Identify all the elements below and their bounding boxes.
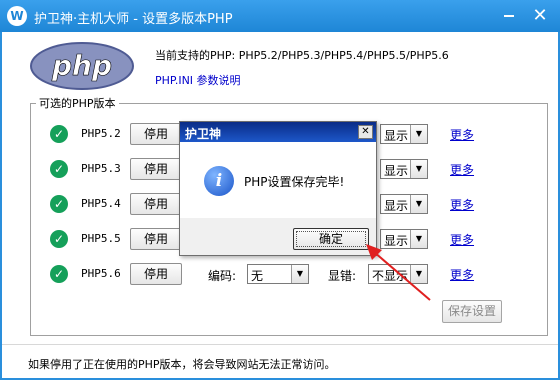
- minimize-button[interactable]: [504, 15, 514, 17]
- check-circle-icon: ✓: [50, 230, 68, 248]
- info-icon: i: [204, 166, 234, 196]
- dialog-close-button[interactable]: ✕: [358, 125, 373, 139]
- footer-text: 如果停用了正在使用的PHP版本，将会导致网站无法正常访问。: [28, 358, 336, 371]
- encoding-label: 编码:: [208, 269, 237, 283]
- close-button[interactable]: ✕: [530, 6, 550, 26]
- stop-button[interactable]: 停用: [130, 193, 182, 215]
- errors-select[interactable]: 显示 ▼: [380, 194, 428, 214]
- check-circle-icon: ✓: [50, 265, 68, 283]
- check-circle-icon: ✓: [50, 160, 68, 178]
- more-link[interactable]: 更多: [450, 231, 474, 248]
- check-circle-icon: ✓: [50, 195, 68, 213]
- check-circle-icon: ✓: [50, 125, 68, 143]
- errors-select-value: 显示: [384, 129, 409, 143]
- version-label: PHP5.2: [81, 127, 121, 140]
- dialog-message: PHP设置保存完毕!: [244, 175, 345, 189]
- stop-button[interactable]: 停用: [130, 228, 182, 250]
- version-label: PHP5.4: [81, 197, 121, 210]
- more-link[interactable]: 更多: [450, 196, 474, 213]
- ok-button[interactable]: 确定: [293, 228, 369, 250]
- errors-select[interactable]: 显示 ▼: [380, 124, 428, 144]
- dialog-title-bar: 护卫神 ✕: [180, 122, 376, 142]
- errors-select[interactable]: 显示 ▼: [380, 159, 428, 179]
- version-label: PHP5.6: [81, 267, 121, 280]
- version-label: PHP5.5: [81, 232, 121, 245]
- php-logo: php: [30, 42, 134, 90]
- stop-button[interactable]: 停用: [130, 158, 182, 180]
- stop-button[interactable]: 停用: [130, 263, 182, 285]
- encoding-select-value: 无: [251, 269, 264, 283]
- version-label: PHP5.3: [81, 162, 121, 175]
- php-ini-link[interactable]: PHP.INI 参数说明: [155, 72, 241, 88]
- version-group-label: 可选的PHP版本: [36, 95, 119, 111]
- title-bar: W 护卫神·主机大师 - 设置多版本PHP ✕: [0, 0, 560, 32]
- message-dialog: 护卫神 ✕ i PHP设置保存完毕! 确定: [179, 121, 377, 256]
- errors-label: 显错:: [328, 269, 357, 283]
- more-link[interactable]: 更多: [450, 126, 474, 143]
- dialog-title: 护卫神: [185, 127, 222, 141]
- errors-select-value: 显示: [384, 164, 409, 178]
- encoding-select[interactable]: 无 ▼: [247, 264, 309, 284]
- supported-versions-text: 当前支持的PHP: PHP5.2/PHP5.3/PHP5.4/PHP5.5/PH…: [155, 49, 449, 62]
- errors-select-value: 显示: [384, 199, 409, 213]
- chevron-down-icon: ▼: [410, 125, 427, 143]
- php-logo-text: php: [51, 49, 112, 82]
- chevron-down-icon: ▼: [410, 160, 427, 178]
- save-settings-button[interactable]: 保存设置: [442, 300, 502, 323]
- window-title: 护卫神·主机大师 - 设置多版本PHP: [34, 12, 233, 27]
- red-arrow-annotation: [366, 244, 431, 301]
- chevron-down-icon: ▼: [291, 265, 308, 283]
- stop-button[interactable]: 停用: [130, 123, 182, 145]
- more-link[interactable]: 更多: [450, 161, 474, 178]
- more-link[interactable]: 更多: [450, 266, 474, 283]
- chevron-down-icon: ▼: [410, 195, 427, 213]
- app-logo-icon: W: [7, 6, 27, 26]
- main-window: W 护卫神·主机大师 - 设置多版本PHP ✕ php 当前支持的PHP: PH…: [0, 0, 560, 380]
- php-version-row: ✓ PHP5.6 停用 编码: 无 ▼ 显错: 不显示 ▼ 更多: [50, 263, 540, 285]
- dialog-body: i PHP设置保存完毕!: [180, 142, 376, 218]
- footer-notice: 如果停用了正在使用的PHP版本，将会导致网站无法正常访问。: [2, 344, 558, 378]
